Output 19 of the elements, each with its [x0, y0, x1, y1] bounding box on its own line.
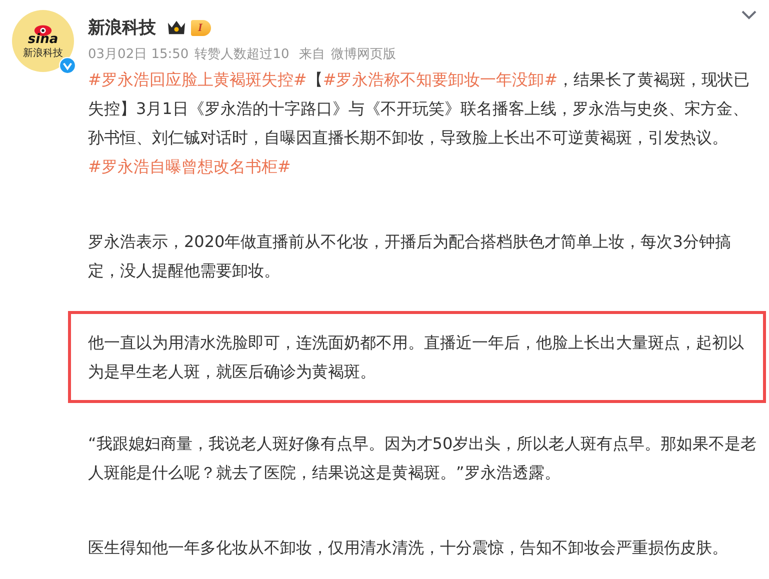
source-link[interactable]: 微博网页版 — [331, 45, 396, 63]
level-badge: I — [191, 20, 212, 36]
chevron-down-icon[interactable] — [741, 10, 757, 20]
logo-text: sina — [28, 33, 58, 47]
avatar-caption: 新浪科技 — [23, 47, 63, 60]
hashtag-link[interactable]: #罗永浩称不知要卸妆一年没卸# — [322, 70, 558, 89]
hashtag-link[interactable]: #罗永浩自曝曾想改名书柜# — [88, 157, 291, 176]
paragraph: 医生得知他一年多化妆从不卸妆，仅用清水清洗，十分震惊，告知不卸妆会严重损伤皮肤。 — [88, 537, 729, 559]
paragraph: 罗永浩表示，2020年做直播前从不化妆，开播后为配合搭档肤色才简单上妆，每次3分钟搞定，没人提醒他需要卸妆。 — [88, 231, 732, 282]
author-name[interactable]: 新浪科技 — [88, 16, 156, 39]
source-label: 来自 — [299, 46, 326, 63]
paragraph: “我跟媳妇商量，我说老人斑好像有点早。因为才50岁出头，所以老人斑有点早。那如果不是老人斑能是什么呢？就去了医院，结果说这是黄褐斑。”罗永浩透露。 — [88, 433, 758, 484]
repost-stat: 转赞人数超过10 — [194, 46, 290, 63]
post-time[interactable]: 03月02日 15:50 — [88, 45, 189, 63]
hashtag-link[interactable]: #罗永浩回应脸上黄褐斑失控# — [88, 70, 307, 89]
crown-icon — [166, 19, 187, 36]
avatar[interactable]: sina 新浪科技 — [12, 10, 74, 72]
paragraph: #罗永浩回应脸上黄褐斑失控#【#罗永浩称不知要卸妆一年没卸#，结果长了黄褐斑，现状已失控】3月1日《罗永浩的十字路口》与《不开玩笑》联名播客上线，罗永浩与史炎、宋方金、孙书恒、刘仁铖对话时，自曝因直播长期不卸妆，导致脸上长出不可逆黄褐斑，引发热议。 #罗永浩自曝曾想改名书柜# — [88, 69, 751, 178]
paragraph: 他一直以为用清水洗脸即可，连洗面奶都不用。直播近一年后，他脸上长出大量斑点，起初以为是早生老人斑，就医后确诊为黄褐斑。 — [88, 332, 745, 383]
